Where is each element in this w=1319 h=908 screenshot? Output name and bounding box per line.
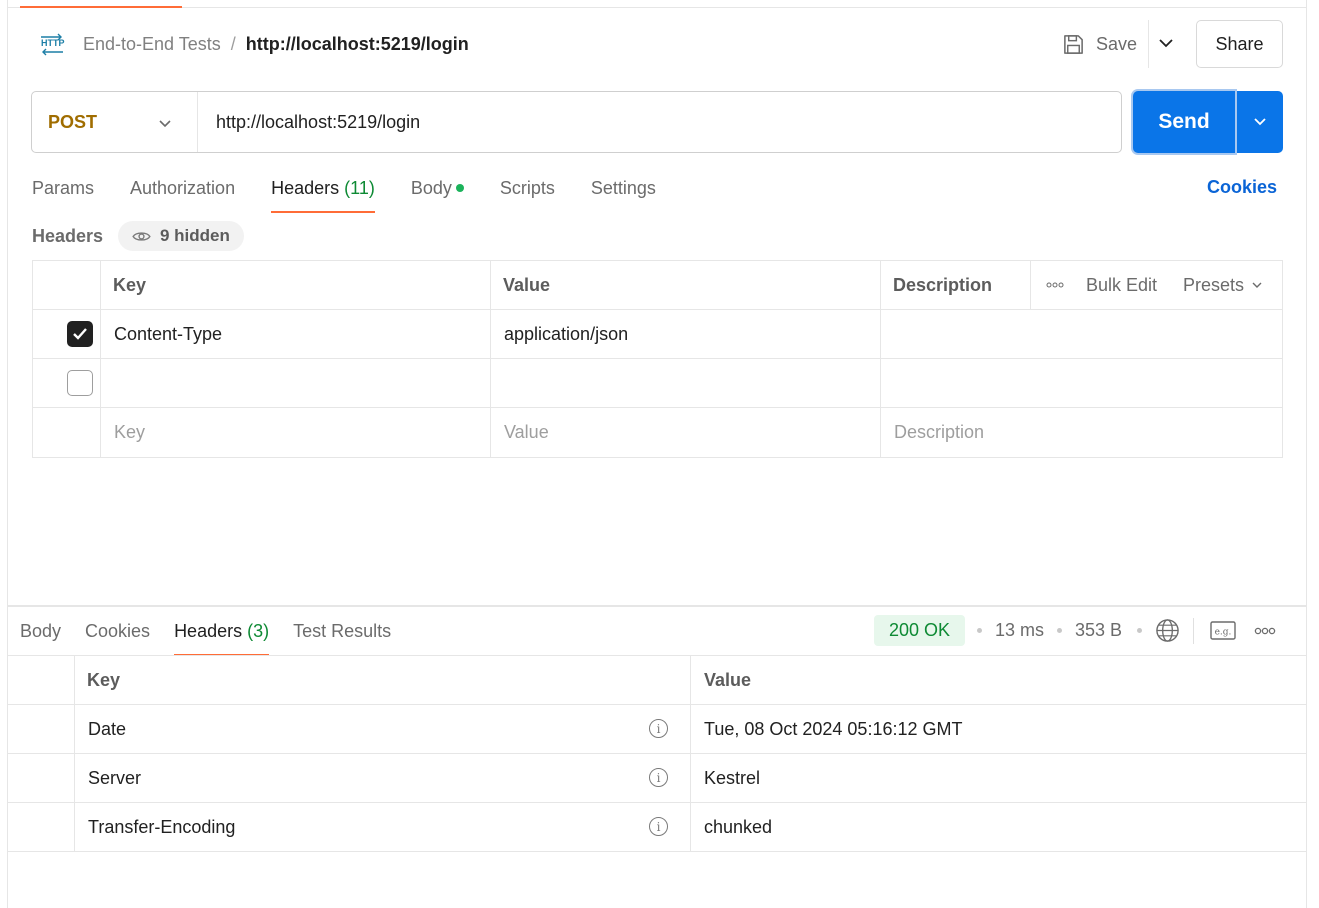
example-icon[interactable]: e.g. — [1210, 620, 1236, 642]
row-checkbox[interactable] — [67, 310, 93, 358]
info-icon[interactable]: i — [649, 768, 668, 787]
request-name[interactable]: http://localhost:5219/login — [246, 34, 469, 55]
header-key-cell[interactable]: Content-Type — [114, 310, 222, 358]
tab-headers-label: Headers — [271, 178, 340, 198]
bulk-edit-button[interactable]: Bulk Edit — [1086, 261, 1157, 309]
method-select[interactable]: POST — [32, 92, 198, 152]
key-input[interactable]: Key — [114, 408, 145, 456]
tab-headers[interactable]: Headers (11) — [271, 175, 375, 213]
tab-params[interactable]: Params — [32, 175, 94, 213]
http-icon: HTTP — [41, 33, 65, 56]
active-tab-indicator — [20, 6, 182, 8]
column-header-key: Key — [87, 669, 121, 690]
breadcrumb-separator: / — [230, 33, 236, 54]
response-header-value: Kestrel — [704, 767, 761, 788]
response-time[interactable]: 13 ms — [995, 620, 1044, 641]
response-tabs: Body Cookies Headers (3) Test Results — [20, 618, 415, 656]
table-row: Transfer-Encoding i chunked — [7, 803, 1307, 852]
save-button[interactable]: Save — [1062, 28, 1137, 60]
send-button[interactable]: Send — [1133, 91, 1235, 153]
response-headers-table: Key Value Date i Tue, 08 Oct 2024 05:16:… — [7, 655, 1307, 852]
response-tab-test-results[interactable]: Test Results — [293, 618, 391, 656]
column-divider — [1030, 261, 1031, 309]
value-input[interactable]: Value — [504, 408, 549, 456]
column-header-description: Description — [893, 274, 993, 295]
tab-authorization[interactable]: Authorization — [130, 175, 235, 213]
tab-strip-border — [7, 7, 1307, 8]
response-header-key: Transfer-Encoding — [88, 816, 236, 837]
meta-separator — [1137, 628, 1142, 633]
status-badge[interactable]: 200 OK — [874, 615, 965, 646]
chevron-down-icon[interactable] — [1157, 34, 1175, 52]
hidden-headers-toggle[interactable]: 9 hidden — [118, 221, 244, 251]
meta-separator — [1057, 628, 1062, 633]
header-value-cell[interactable]: application/json — [504, 310, 628, 358]
save-label: Save — [1096, 33, 1138, 54]
response-tab-body[interactable]: Body — [20, 618, 61, 656]
request-tabs: Params Authorization Headers (11) Body S… — [32, 175, 692, 213]
response-header-key: Server — [88, 767, 142, 788]
cookies-link[interactable]: Cookies — [1207, 177, 1277, 198]
response-tab-cookies[interactable]: Cookies — [85, 618, 150, 656]
more-options-icon[interactable] — [1046, 261, 1064, 309]
tab-body-label: Body — [410, 178, 452, 198]
svg-text:e.g.: e.g. — [1215, 628, 1232, 638]
save-divider — [1148, 20, 1149, 68]
request-bar: POST http://localhost:5219/login — [31, 91, 1122, 153]
table-header-row: Key Value Description Bulk Edit Presets — [33, 261, 1282, 310]
column-header-value: Value — [503, 274, 551, 295]
tab-settings[interactable]: Settings — [591, 175, 656, 213]
presets-dropdown[interactable]: Presets — [1183, 261, 1263, 309]
headers-title: Headers — [32, 226, 104, 246]
column-header-value: Value — [704, 669, 752, 690]
response-header-value: chunked — [704, 816, 773, 837]
eye-icon — [132, 231, 151, 241]
response-header-value: Tue, 08 Oct 2024 05:16:12 GMT — [704, 718, 963, 739]
more-options-icon[interactable] — [1254, 627, 1276, 635]
presets-label: Presets — [1183, 274, 1245, 295]
hidden-count-label: 9 hidden — [160, 226, 230, 245]
response-divider[interactable] — [7, 605, 1307, 607]
description-input[interactable]: Description — [894, 408, 984, 456]
response-tab-headers-count: (3) — [247, 621, 270, 641]
info-icon[interactable]: i — [649, 719, 668, 738]
tab-headers-count: (11) — [344, 178, 375, 198]
table-header-row: Key Value — [7, 656, 1307, 705]
tab-body[interactable]: Body — [411, 175, 464, 213]
body-indicator-dot — [455, 184, 464, 192]
response-size[interactable]: 353 B — [1075, 620, 1122, 641]
table-row-new: Key Value Description — [33, 408, 1282, 457]
method-label: POST — [48, 111, 98, 132]
svg-text:HTTP: HTTP — [41, 38, 65, 48]
chevron-down-icon — [1252, 282, 1262, 288]
breadcrumb-parent[interactable]: End-to-End Tests — [83, 34, 221, 55]
response-header-key: Date — [88, 718, 127, 739]
meta-separator — [977, 628, 982, 633]
tab-scripts[interactable]: Scripts — [500, 175, 555, 213]
response-tab-headers[interactable]: Headers (3) — [174, 618, 270, 656]
response-tab-headers-label: Headers — [174, 621, 243, 641]
table-row: Content-Type application/json — [33, 310, 1282, 359]
table-row: Server i Kestrel — [7, 754, 1307, 803]
checkmark-icon — [73, 328, 87, 340]
globe-icon[interactable] — [1155, 618, 1180, 643]
request-headers-table: Key Value Description Bulk Edit Presets — [32, 260, 1283, 458]
column-header-key: Key — [113, 274, 147, 295]
info-icon[interactable]: i — [649, 817, 668, 836]
breadcrumb: HTTP End-to-End Tests / http://localhost… — [38, 28, 469, 60]
send-options-button[interactable] — [1237, 91, 1283, 153]
url-input[interactable]: http://localhost:5219/login — [198, 112, 420, 133]
share-button[interactable]: Share — [1196, 20, 1283, 68]
row-checkbox[interactable] — [67, 359, 93, 407]
save-icon — [1064, 34, 1083, 54]
chevron-down-icon — [159, 120, 171, 128]
table-row — [33, 359, 1282, 408]
table-row: Date i Tue, 08 Oct 2024 05:16:12 GMT — [7, 705, 1307, 754]
chevron-down-icon — [1254, 118, 1266, 126]
meta-divider — [1193, 618, 1194, 644]
